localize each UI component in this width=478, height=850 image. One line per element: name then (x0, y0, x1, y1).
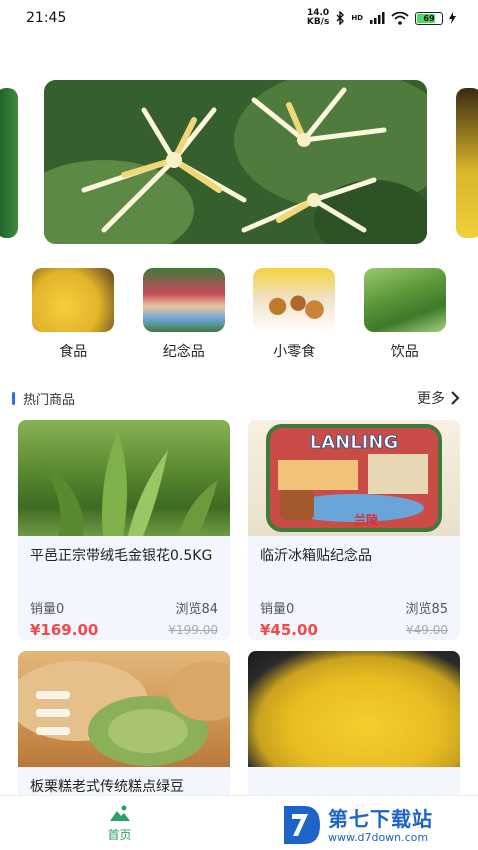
banner-next-slide[interactable] (456, 88, 478, 238)
home-landscape-icon (109, 805, 130, 821)
watermark-name: 第七下载站 (328, 806, 433, 831)
honeysuckle-image (44, 80, 427, 244)
watermark: 第七下载站 www.d7down.com (278, 800, 478, 850)
product-card[interactable]: 平邑正宗带绒毛金银花0.5KG 销量0 浏览84 ¥169.00 ¥199.00 (18, 420, 230, 640)
product-image (18, 420, 230, 536)
product-card[interactable]: LANLING 兰陵 临沂冰箱贴纪念品 销量0 浏览85 ¥45.00 ¥49.… (248, 420, 460, 640)
product-title: 临沂冰箱贴纪念品 (260, 548, 372, 564)
bluetooth-icon (336, 11, 345, 25)
product-grid: 平邑正宗带绒毛金银花0.5KG 销量0 浏览84 ¥169.00 ¥199.00… (18, 420, 460, 850)
banner-prev-slide[interactable] (0, 88, 18, 238)
product-old-price: ¥199.00 (168, 623, 218, 637)
category-label: 纪念品 (162, 344, 205, 360)
wifi-icon (391, 11, 409, 25)
product-views: 浏览85 (405, 602, 448, 617)
category-label: 食品 (59, 344, 88, 360)
product-old-price: ¥49.00 (406, 623, 448, 637)
section-accent-bar (12, 391, 15, 405)
product-image (18, 651, 230, 767)
category-souvenir[interactable]: 纪念品 (139, 268, 229, 363)
chevron-right-icon (451, 391, 460, 405)
magnet-lanling-cn-text: 兰陵 (354, 512, 379, 527)
section-title: 热门商品 (12, 389, 75, 408)
product-sales: 销量0 (260, 602, 295, 617)
product-title: 平邑正宗带绒毛金银花0.5KG (30, 548, 213, 564)
tab-home[interactable]: 首页 (60, 803, 180, 843)
category-row: 食品 纪念品 小零食 饮品 (0, 268, 478, 363)
product-price: ¥45.00 (260, 621, 318, 639)
product-sales: 销量0 (30, 602, 65, 617)
banner-carousel[interactable] (0, 80, 478, 245)
hot-products-header: 热门商品 更多 (0, 385, 478, 411)
product-views: 浏览84 (175, 602, 218, 617)
magnet-lanling-text: LANLING (310, 432, 398, 453)
status-time: 21:45 (26, 10, 67, 26)
battery-icon: 69 (415, 11, 443, 25)
signal-icon (370, 12, 385, 24)
category-souvenir-image (142, 268, 225, 332)
d7down-logo-icon (284, 806, 320, 844)
watermark-url: www.d7down.com (328, 830, 429, 844)
banner-slide-honeysuckle[interactable] (44, 80, 427, 244)
category-drinks-image (363, 268, 446, 332)
category-drinks[interactable]: 饮品 (360, 268, 450, 363)
category-snacks[interactable]: 小零食 (249, 268, 339, 363)
category-food[interactable]: 食品 (28, 268, 118, 363)
net-speed: 14.0 KB/s (306, 8, 330, 27)
product-price: ¥169.00 (30, 621, 99, 639)
network-type-label: HD (351, 14, 363, 22)
category-food-image (32, 268, 115, 332)
more-link[interactable]: 更多 (417, 388, 460, 408)
product-image (248, 651, 460, 767)
charging-icon (449, 12, 456, 24)
product-image: LANLING 兰陵 (248, 420, 460, 536)
status-bar: 21:45 14.0 KB/s HD 69 (0, 0, 478, 36)
category-label: 小零食 (273, 344, 316, 360)
category-snacks-image (253, 268, 336, 332)
category-label: 饮品 (390, 344, 419, 360)
status-icons: 14.0 KB/s HD 69 (307, 9, 456, 27)
